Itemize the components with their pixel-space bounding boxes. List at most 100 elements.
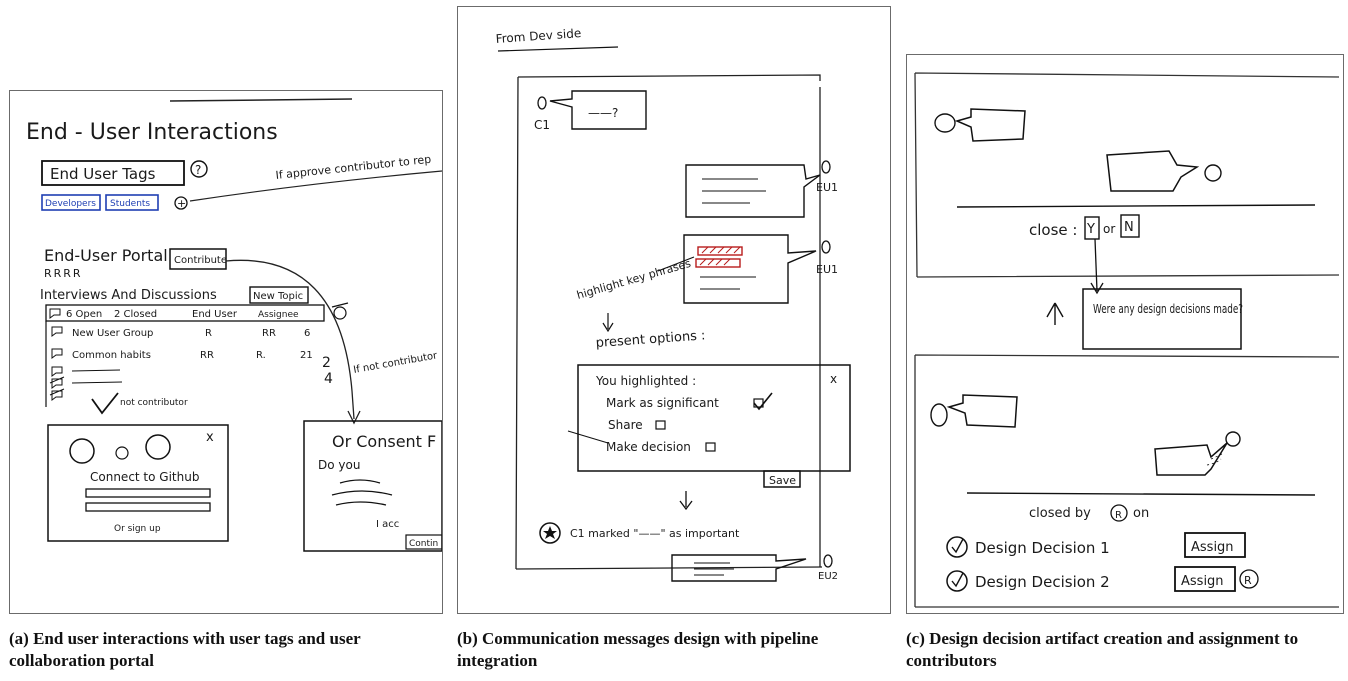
close-yes-label: Y	[1086, 222, 1095, 237]
row-assignee: R.	[256, 350, 266, 361]
row-count: 21	[300, 350, 313, 361]
add-tag-plus: +	[177, 197, 186, 210]
present-options-label: present options :	[595, 328, 706, 351]
discussions-title: Interviews And Discussions	[40, 288, 217, 303]
open-count[interactable]: 6 Open	[66, 309, 102, 320]
option-mark-significant[interactable]: Mark as significant	[606, 392, 773, 411]
close-or: or	[1103, 222, 1115, 236]
assignee-label: R	[1244, 574, 1252, 587]
message-bubble-2	[946, 394, 1018, 428]
close-icon[interactable]: x	[830, 372, 837, 386]
eu1-avatar	[821, 160, 831, 174]
connect-github-button[interactable]: Connect to Github	[90, 470, 199, 484]
not-contributor-note: not contributor	[120, 398, 188, 408]
discussion-row[interactable]: Common habits RR R. 21	[51, 348, 313, 361]
tag-developers-label: Developers	[45, 199, 96, 209]
design-decision-prompt	[1082, 288, 1242, 350]
sketch-a: End - User Interactions End User Tags ? …	[26, 98, 442, 552]
github-icon	[145, 434, 171, 460]
side-number: 2	[322, 355, 331, 371]
panel-a-title: End - User Interactions	[26, 120, 278, 145]
avatar-icon	[69, 438, 95, 464]
portal-avatars: RRRR	[44, 267, 83, 280]
portal-title: End-User Portal	[44, 246, 168, 265]
reply-bubble-2	[1154, 442, 1228, 476]
caption-a-text: (a) End user interactions with user tags…	[9, 629, 361, 670]
caption-c-text: (c) Design decision artifact creation an…	[906, 629, 1299, 670]
sketch-b: From Dev side C1 ——? EU1 EU1 highlight k…	[495, 26, 851, 582]
check-icon	[946, 570, 968, 592]
contribute-label: Contribute	[174, 255, 227, 266]
design-decision-row[interactable]: Design Decision 2 Assign R	[946, 566, 1259, 592]
checkbox[interactable]	[705, 442, 716, 452]
panel-communication-messages: From Dev side C1 ——? EU1 EU1 highlight k…	[457, 6, 891, 614]
col-assignee: Assignee	[258, 310, 299, 320]
end-user-tags-label: End User Tags	[50, 165, 156, 183]
row-title: New User Group	[72, 328, 153, 339]
tag-students-label: Students	[110, 199, 150, 209]
option-label: Mark as significant	[606, 396, 719, 410]
close-no-label: N	[1124, 220, 1134, 235]
design-decision-question: Were any design decisions made?	[1093, 302, 1243, 316]
c1-label: C1	[534, 118, 550, 132]
c1-bubble-text: ——?	[588, 106, 618, 120]
close-icon[interactable]: x	[206, 430, 214, 445]
closed-by-label: closed by	[1029, 506, 1091, 521]
option-label: Share	[608, 418, 643, 432]
closed-count[interactable]: 2 Closed	[114, 309, 157, 320]
marked-important-text: C1 marked "——" as important	[570, 527, 740, 540]
check-icon	[946, 536, 968, 558]
eu2-label: EU2	[818, 571, 838, 582]
panel-end-user-interactions: End - User Interactions End User Tags ? …	[9, 90, 443, 614]
col-end-user: End User	[192, 309, 238, 320]
sign-up-link[interactable]: Or sign up	[114, 524, 161, 534]
caption-a: (a) End user interactions with user tags…	[9, 628, 409, 672]
reply-bubble	[1106, 150, 1200, 192]
svg-text:R: R	[1115, 510, 1122, 521]
eu1-avatar-2	[821, 240, 831, 254]
consent-question: Do you	[318, 458, 360, 472]
contributor-avatar	[934, 113, 956, 133]
highlight-note: highlight key phrases	[575, 257, 692, 302]
message-bubble	[954, 108, 1026, 142]
consent-title: Or Consent F	[332, 432, 436, 451]
dialog-title: You highlighted :	[595, 374, 696, 388]
row-assignee: RR	[262, 328, 276, 339]
option-share[interactable]: Share	[608, 418, 666, 432]
assign-label: Assign	[1191, 540, 1234, 555]
if-not-contributor-note: If not contributor	[353, 350, 439, 376]
row-count: 6	[304, 328, 310, 339]
settings-icon[interactable]	[333, 306, 347, 320]
caption-b: (b) Communication messages design with p…	[457, 628, 837, 672]
decision-label: Design Decision 2	[975, 573, 1110, 591]
closed-on-label: on	[1133, 506, 1149, 521]
panel-b-header: From Dev side	[495, 26, 581, 46]
decision-label: Design Decision 1	[975, 539, 1110, 557]
assign-label: Assign	[1181, 574, 1224, 589]
side-number: 4	[324, 371, 333, 387]
eu2-avatar	[823, 554, 833, 568]
arrow-icon	[115, 446, 129, 460]
row-end-user: RR	[200, 350, 214, 361]
new-topic-label: New Topic	[253, 291, 303, 302]
row-title: Common habits	[72, 350, 151, 361]
caption-c: (c) Design decision artifact creation an…	[906, 628, 1342, 672]
end-user-avatar-2	[1225, 431, 1241, 447]
design-decision-row[interactable]: Design Decision 1 Assign	[946, 532, 1246, 558]
save-label: Save	[769, 474, 796, 487]
eu1-label: EU1	[816, 181, 838, 194]
option-make-decision[interactable]: Make decision	[606, 440, 716, 454]
end-user-avatar	[1204, 164, 1222, 182]
option-label: Make decision	[606, 440, 691, 454]
check-icon	[91, 392, 119, 415]
contributor-avatar-2	[930, 403, 948, 427]
close-label: close :	[1029, 221, 1077, 239]
help-mark: ?	[195, 163, 201, 177]
discussion-row[interactable]: New User Group R RR 6	[51, 326, 310, 339]
password-field[interactable]	[85, 502, 211, 512]
eu1-label-2: EU1	[816, 263, 838, 276]
row-end-user: R	[205, 328, 212, 339]
username-field[interactable]	[85, 488, 211, 498]
checkbox[interactable]	[655, 420, 666, 430]
eu1-highlighted-bubble	[683, 234, 817, 304]
